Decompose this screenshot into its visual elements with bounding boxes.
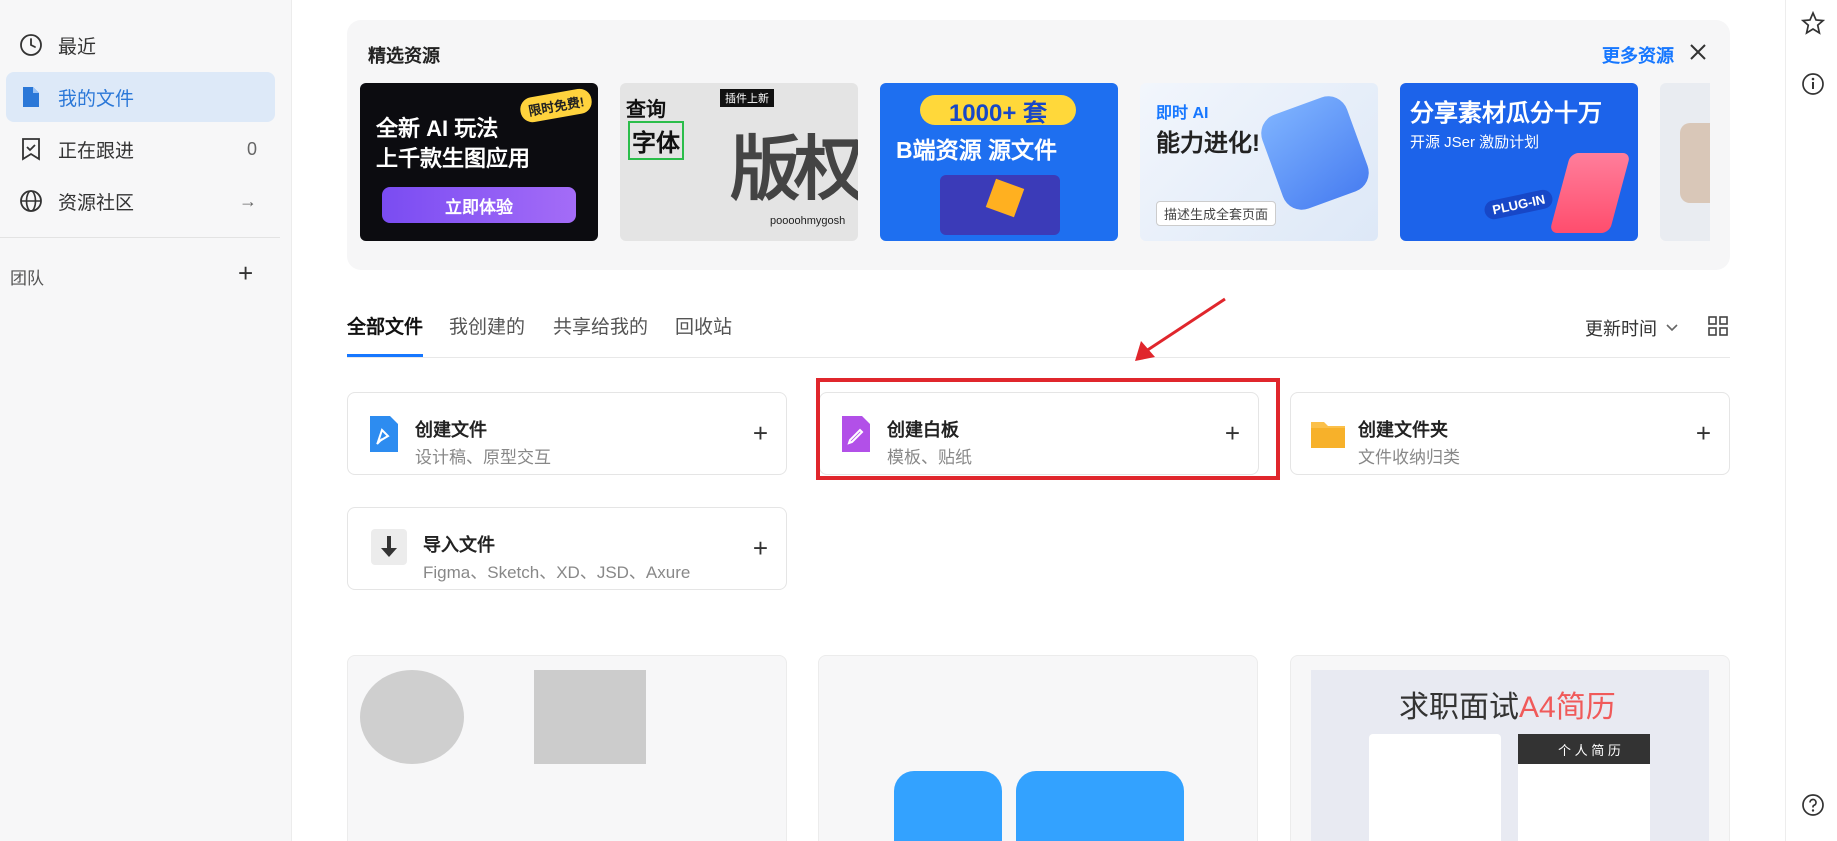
card-title: 创建文件: [415, 420, 487, 440]
badge: 描述生成全套页面: [1156, 201, 1277, 226]
tab-all-files[interactable]: 全部文件: [347, 312, 423, 339]
grid-view-icon[interactable]: [1707, 315, 1731, 339]
resource-card-share[interactable]: 分享素材瓜分十万 开源 JSer 激励计划 PLUG-IN: [1400, 83, 1638, 241]
resume-page: 个 人 简 历: [1518, 734, 1650, 841]
more-resources-link[interactable]: 更多资源: [1602, 42, 1674, 68]
resource-card-instant-ai[interactable]: 即时 AI 能力进化! 描述生成全套页面: [1140, 83, 1378, 241]
create-file-card[interactable]: 创建文件 设计稿、原型交互 +: [347, 392, 787, 475]
info-icon[interactable]: [1800, 71, 1826, 97]
resource-card-partial[interactable]: [1660, 83, 1710, 241]
plus-icon[interactable]: +: [1696, 420, 1711, 446]
sidebar: 最近 我的文件 正在跟进 0 资源社区 → 团队 +: [0, 0, 292, 841]
globe-icon: [18, 188, 44, 214]
card-subtitle: 上千款生图应用: [376, 146, 531, 171]
file-thumbnail[interactable]: 求职面试A4简历 个 人 简 历: [1290, 655, 1730, 841]
arrow-right-icon: →: [239, 190, 257, 211]
file-thumbnail[interactable]: [818, 655, 1258, 841]
illustration: [1549, 153, 1631, 233]
card-title: 分享素材瓜分十万: [1410, 100, 1602, 127]
card-title: 导入文件: [423, 535, 495, 555]
following-count: 0: [246, 138, 257, 159]
plus-icon[interactable]: +: [753, 535, 768, 561]
resume-name: 个 人 简 历: [1558, 743, 1621, 758]
resume-title: 求职面试A4简历: [1399, 682, 1616, 726]
featured-title: 精选资源: [368, 46, 440, 66]
rounded-shape: [1016, 771, 1184, 841]
illustration: [1680, 123, 1710, 203]
card-subtitle: 字体: [628, 121, 684, 160]
tab-created-by-me[interactable]: 我创建的: [449, 312, 525, 339]
card-subtitle: 文件收纳归类: [1358, 448, 1460, 467]
annotation-highlight-box: [816, 378, 1280, 480]
card-subtitle: B端资源 源文件: [896, 137, 1057, 163]
try-now-button: 立即体验: [382, 187, 576, 223]
badge: 限时免费!: [518, 86, 594, 125]
card-title: 1000+ 套: [920, 95, 1076, 127]
tab-shared-with-me[interactable]: 共享给我的: [553, 312, 648, 339]
resource-card-strip: 限时免费! 全新 AI 玩法 上千款生图应用 立即体验 插件上新 查询 字体 版…: [360, 83, 1710, 243]
sidebar-item-my-files[interactable]: 我的文件: [6, 72, 275, 122]
sidebar-item-label: 资源社区: [58, 192, 135, 214]
clock-icon: [18, 32, 44, 58]
card-title: 全新 AI 玩法: [376, 116, 499, 141]
design-file-icon: [366, 414, 402, 454]
ellipse-shape: [360, 670, 464, 764]
card-subtitle: 设计稿、原型交互: [415, 448, 551, 467]
card-title: 即时 AI: [1156, 105, 1209, 122]
card-title: 查询: [626, 99, 666, 121]
illustration: [1255, 90, 1375, 216]
sidebar-item-following[interactable]: 正在跟进 0: [6, 124, 275, 174]
sort-label: 更新时间: [1585, 319, 1657, 339]
sidebar-item-label: 正在跟进: [58, 140, 135, 162]
bookmark-check-icon: [18, 136, 44, 162]
sidebar-item-label: 最近: [58, 36, 97, 58]
sidebar-divider: [0, 237, 280, 238]
create-folder-card[interactable]: 创建文件夹 文件收纳归类 +: [1290, 392, 1730, 475]
card-brand: poooohmygosh: [770, 215, 846, 227]
team-section-label: 团队: [10, 269, 44, 288]
tab-trash[interactable]: 回收站: [675, 312, 732, 339]
resume-preview: 求职面试A4简历 个 人 简 历: [1311, 670, 1709, 841]
add-team-button[interactable]: +: [238, 260, 253, 286]
rounded-shape: [894, 771, 1002, 841]
import-file-card[interactable]: 导入文件 Figma、Sketch、XD、JSD、Axure +: [347, 507, 787, 590]
card-big-text: 版权: [730, 130, 858, 208]
badge: PLUG-IN: [1482, 187, 1555, 222]
annotation-arrow-icon: [1135, 297, 1226, 361]
card-subtitle: 能力进化!: [1156, 130, 1260, 157]
card-title: 创建文件夹: [1358, 420, 1448, 440]
tabs-divider: [347, 357, 1730, 358]
help-icon[interactable]: [1800, 792, 1826, 818]
right-rail: [1785, 0, 1837, 841]
sidebar-item-recent[interactable]: 最近: [6, 20, 275, 70]
file-icon: [18, 84, 44, 110]
star-icon[interactable]: [1800, 10, 1826, 36]
card-subtitle: Figma、Sketch、XD、JSD、Axure: [423, 563, 691, 582]
import-icon: [370, 528, 407, 568]
sidebar-item-community[interactable]: 资源社区 →: [6, 176, 275, 226]
card-subtitle: 开源 JSer 激励计划: [1410, 134, 1540, 151]
resume-page: [1369, 734, 1501, 841]
resume-title-main: 求职面试: [1399, 691, 1519, 724]
sort-dropdown[interactable]: 更新时间: [1585, 315, 1679, 341]
resource-card-ai[interactable]: 限时免费! 全新 AI 玩法 上千款生图应用 立即体验: [360, 83, 598, 241]
resource-card-font[interactable]: 插件上新 查询 字体 版权 poooohmygosh: [620, 83, 858, 241]
resource-card-b-end[interactable]: 1000+ 套 B端资源 源文件: [880, 83, 1118, 241]
plus-icon[interactable]: +: [753, 420, 768, 446]
file-thumbnail[interactable]: [347, 655, 787, 841]
close-icon[interactable]: [1685, 39, 1711, 65]
featured-resources-panel: 精选资源 更多资源 限时免费! 全新 AI 玩法 上千款生图应用 立即体验 插件…: [347, 20, 1730, 270]
chevron-down-icon: [1665, 318, 1679, 339]
app-window: 最近 我的文件 正在跟进 0 资源社区 → 团队 + 精选资源 更多资源 限时免…: [0, 0, 1837, 841]
folder-icon: [1309, 414, 1345, 454]
badge: 插件上新: [720, 89, 774, 107]
sidebar-item-label: 我的文件: [58, 88, 135, 110]
resume-title-accent: A4简历: [1519, 691, 1616, 724]
rect-shape: [534, 670, 646, 764]
